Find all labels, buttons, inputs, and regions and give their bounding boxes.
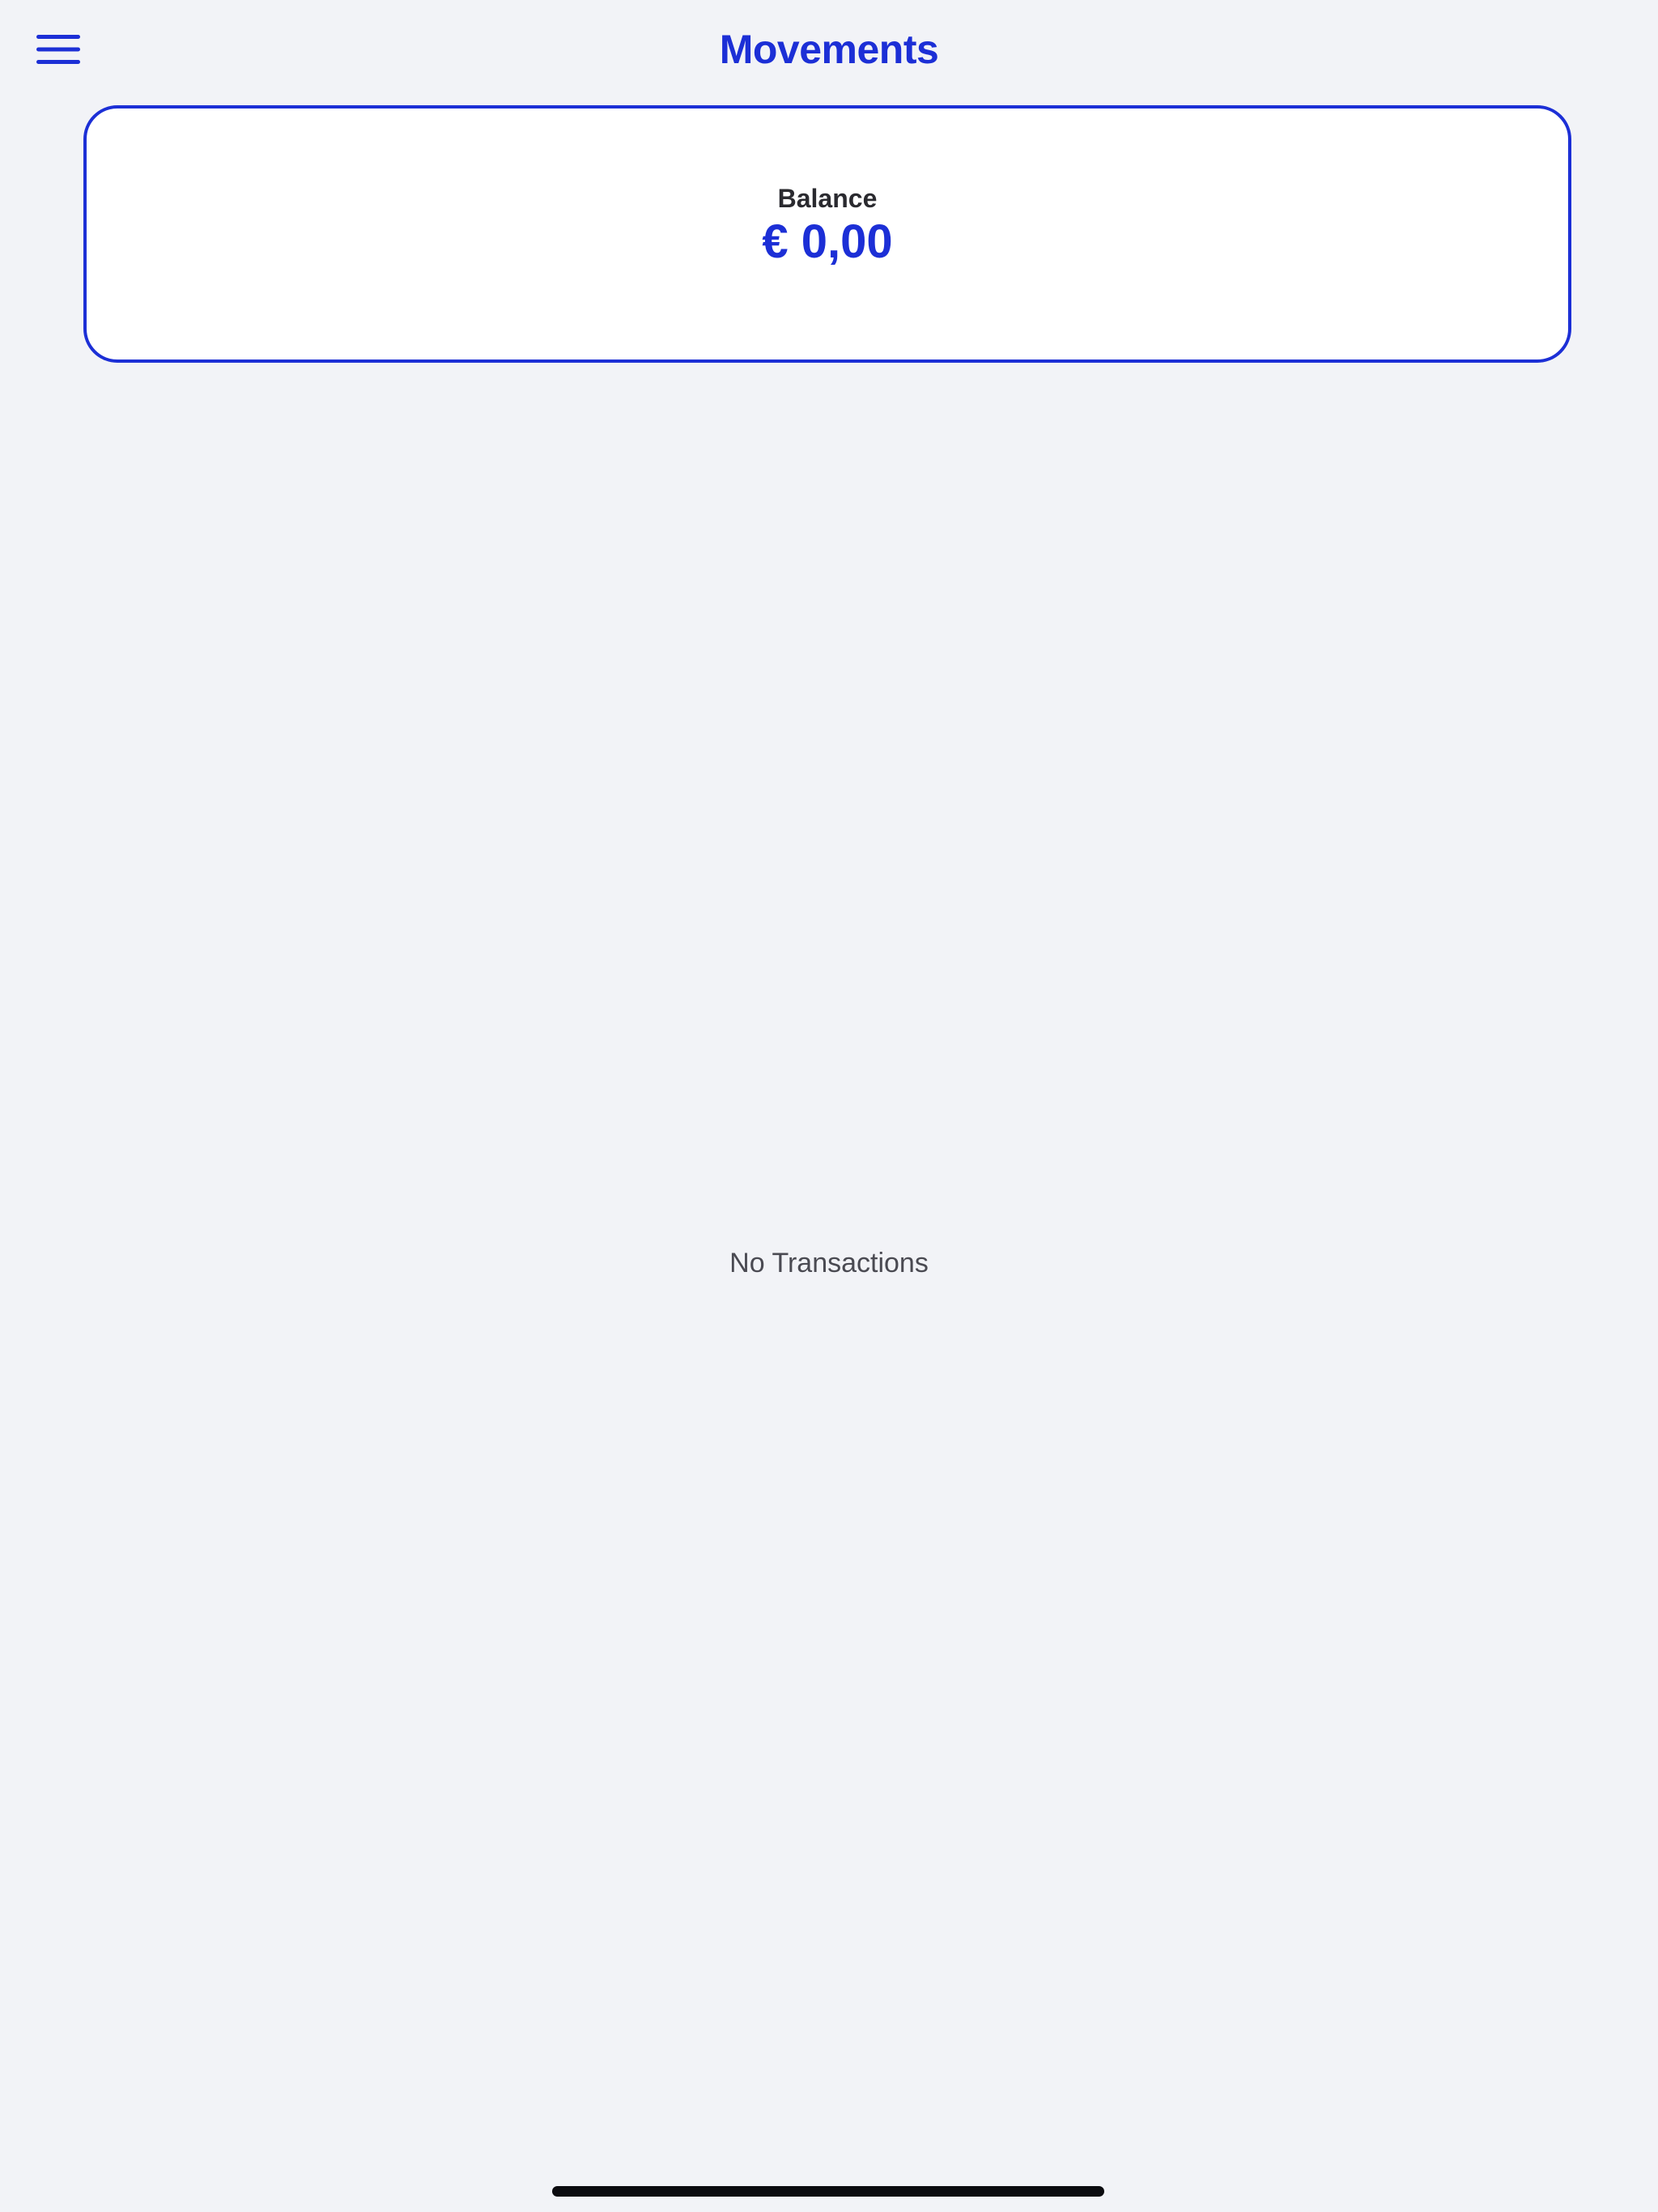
navigation-bar: Movements — [0, 0, 1658, 100]
balance-label: Balance — [777, 184, 878, 213]
balance-amount: € 0,00 — [762, 215, 893, 268]
no-transactions-message: No Transactions — [729, 1248, 929, 1278]
page-title: Movements — [719, 27, 939, 72]
balance-card: Balance € 0,00 — [83, 105, 1571, 363]
home-indicator[interactable] — [552, 2186, 1104, 2197]
